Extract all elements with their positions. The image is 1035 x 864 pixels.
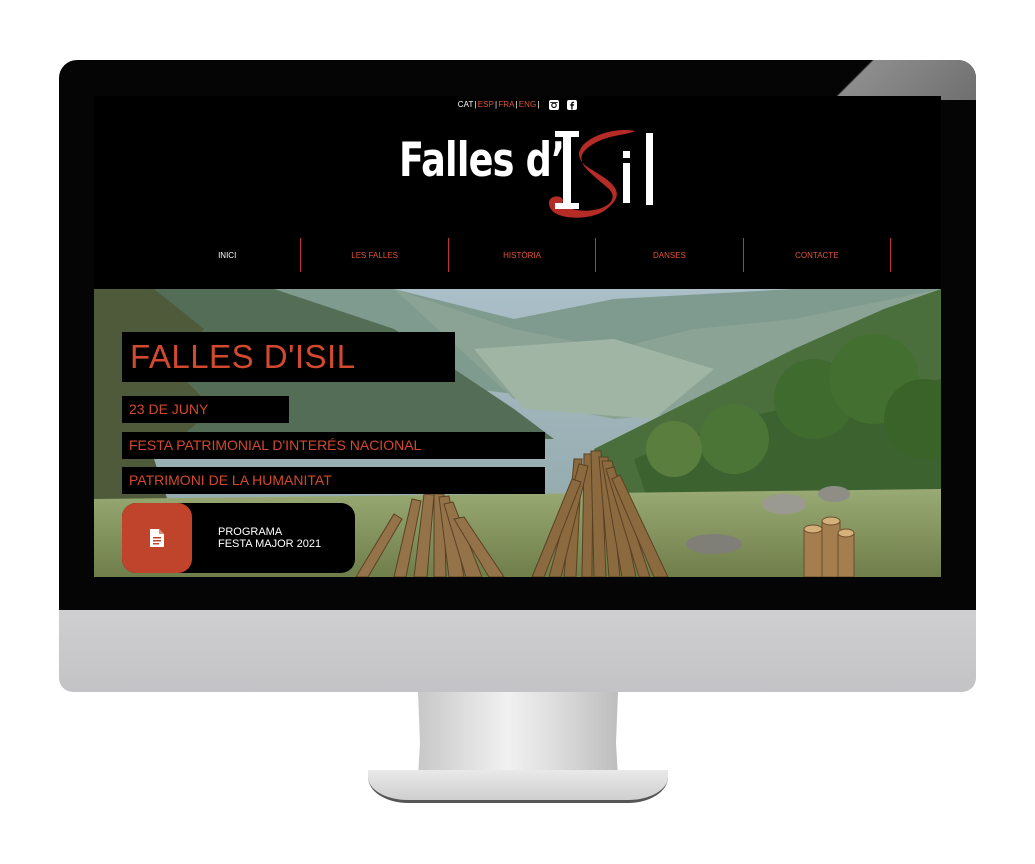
hero-title: FALLES D'ISIL <box>122 332 455 382</box>
monitor-stand-base <box>368 770 668 803</box>
lang-esp[interactable]: ESP <box>478 100 494 109</box>
instagram-icon[interactable] <box>548 100 559 110</box>
hero-subtitle-heritage: PATRIMONI DE LA HUMANITAT <box>122 467 545 494</box>
nav-item-historia[interactable]: HISTÒRIA <box>449 238 597 272</box>
website-screen: CAT|ESP|FRA|ENG| Falles d’ INICI LES FAL… <box>94 96 941 577</box>
language-bar: CAT|ESP|FRA|ENG| <box>94 100 941 110</box>
lang-cat[interactable]: CAT <box>458 100 474 109</box>
facebook-icon[interactable] <box>567 100 578 110</box>
document-icon <box>122 503 192 573</box>
main-nav: INICI LES FALLES HISTÒRIA DANSES CONTACT… <box>154 238 892 272</box>
nav-item-les-falles[interactable]: LES FALLES <box>301 238 449 272</box>
lang-separator: | <box>495 100 498 110</box>
hero-subtitle-national: FESTA PATRIMONIAL D'INTERÉS NACIONAL <box>122 432 545 459</box>
hero-date: 23 DE JUNY <box>122 396 289 423</box>
program-button-label: PROGRAMA FESTA MAJOR 2021 <box>218 526 321 550</box>
monitor-chin <box>59 610 976 692</box>
program-label-line2: FESTA MAJOR 2021 <box>218 538 322 550</box>
nav-item-danses[interactable]: DANSES <box>596 238 744 272</box>
site-logo[interactable]: Falles d’ <box>399 123 669 223</box>
lang-separator: | <box>515 100 518 110</box>
lang-separator: | <box>474 100 477 110</box>
lang-separator: | <box>537 100 540 110</box>
program-button[interactable]: PROGRAMA FESTA MAJOR 2021 <box>122 503 355 573</box>
program-label-line1: PROGRAMA <box>218 526 283 538</box>
lang-fra[interactable]: FRA <box>498 100 514 109</box>
monitor-stand-neck <box>418 692 618 777</box>
bezel-glare <box>776 60 976 100</box>
svg-text:Falles d’: Falles d’ <box>399 133 564 188</box>
nav-item-contacte[interactable]: CONTACTE <box>744 238 892 272</box>
lang-eng[interactable]: ENG <box>519 100 537 109</box>
hero-banner: FALLES D'ISIL 23 DE JUNY FESTA PATRIMONI… <box>94 289 941 577</box>
nav-item-inici[interactable]: INICI <box>154 238 302 272</box>
